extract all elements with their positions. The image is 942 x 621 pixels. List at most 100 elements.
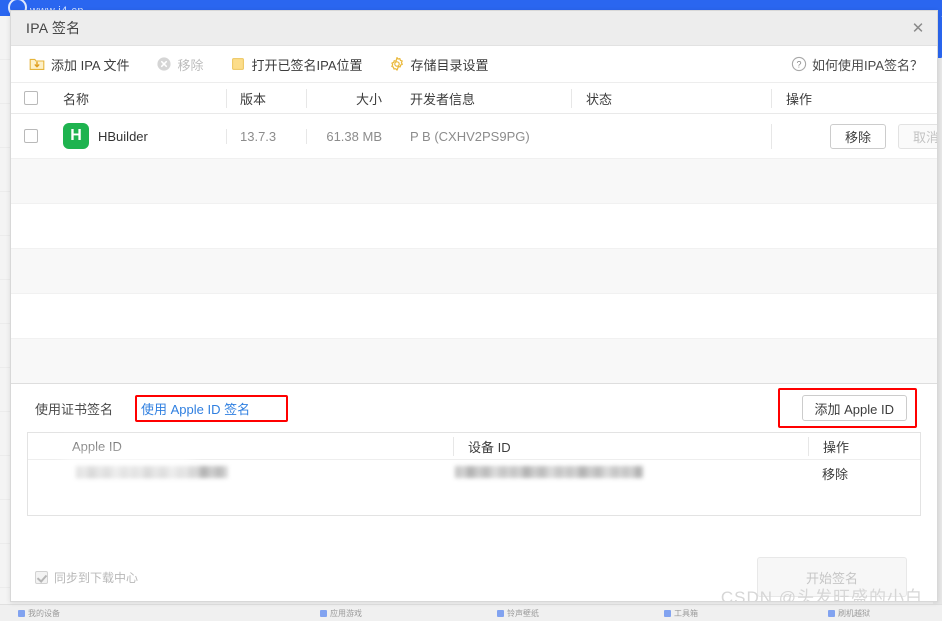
background-toolbar-item[interactable]: 刷机越狱	[828, 608, 870, 619]
column-header-status: 状态	[571, 88, 771, 108]
storage-directory-settings-button[interactable]: 存储目录设置	[389, 55, 489, 74]
table-row-empty	[11, 339, 937, 383]
row-checkbox[interactable]	[24, 129, 38, 143]
apple-id-value-cell	[28, 465, 453, 481]
remove-toolbar-button: 移除	[156, 55, 204, 74]
row-size: 61.38 MB	[306, 128, 396, 144]
ipa-list-header: 名称 版本 大小 开发者信息 状态 操作	[11, 83, 937, 114]
row-version: 13.7.3	[226, 128, 306, 144]
open-signed-ipa-location-button[interactable]: 打开已签名IPA位置	[230, 55, 363, 74]
dialog-titlebar: IPA 签名 ✕	[11, 11, 937, 46]
column-header-size: 大小	[306, 88, 396, 108]
signing-method-panel: 使用证书签名 使用 Apple ID 签名 添加 Apple ID Apple …	[11, 383, 937, 553]
background-toolbar-item[interactable]: 铃声壁纸	[497, 608, 539, 619]
ringtone-icon	[497, 609, 504, 617]
background-row	[0, 236, 10, 280]
row-app-name: HBuilder	[98, 128, 148, 144]
column-header-developer: 开发者信息	[410, 91, 476, 107]
ipa-list-table: 名称 版本 大小 开发者信息 状态 操作 H HBuilder 13.7.3 6…	[11, 82, 937, 383]
dialog-footer: 同步到下载中心 开始签名 CSDN @头发旺盛的小白	[11, 553, 937, 601]
how-to-use-ipa-sign-label: 如何使用IPA签名？	[812, 57, 923, 73]
background-row	[0, 280, 10, 324]
row-developer: P B (CXHV2PS9PG)	[410, 128, 530, 144]
id-action-cell: 移除	[808, 464, 920, 483]
add-ipa-file-label: 添加 IPA 文件	[51, 57, 130, 73]
flash-icon	[828, 609, 835, 617]
background-toolbar-label: 我的设备	[28, 608, 60, 618]
select-all-checkbox[interactable]	[24, 91, 38, 105]
apps-icon	[320, 609, 327, 617]
background-row	[0, 192, 10, 236]
sync-to-download-center-row: 同步到下载中心	[35, 569, 138, 586]
background-toolbar-item[interactable]: 工具箱	[664, 608, 698, 619]
question-circle-icon: ?	[791, 56, 807, 72]
device-id-value-cell	[453, 465, 808, 481]
background-bottom-toolbar: 我的设备 应用游戏 铃声壁纸 工具箱 刷机越狱	[0, 604, 942, 621]
table-row-empty	[11, 159, 937, 204]
device-icon	[18, 609, 25, 617]
background-row	[0, 500, 10, 544]
ipa-list-body: H HBuilder 13.7.3 61.38 MB P B (CXHV2PS9…	[11, 114, 937, 383]
column-header-name: 名称	[63, 91, 90, 107]
background-row	[0, 412, 10, 456]
column-header-id-action: 操作	[808, 436, 920, 456]
add-ipa-file-button[interactable]: 添加 IPA 文件	[29, 55, 130, 74]
background-row	[0, 104, 10, 148]
svg-text:?: ?	[796, 59, 801, 69]
column-header-apple-id: Apple ID	[72, 438, 122, 454]
list-item[interactable]: 移除	[28, 460, 920, 486]
background-row	[0, 544, 10, 588]
open-signed-ipa-location-label: 打开已签名IPA位置	[251, 57, 363, 73]
table-row[interactable]: H HBuilder 13.7.3 61.38 MB P B (CXHV2PS9…	[11, 114, 937, 159]
gear-icon	[390, 57, 403, 71]
toolbox-icon	[664, 609, 671, 617]
tab-use-certificate[interactable]: 使用证书签名	[35, 399, 113, 418]
start-sign-button: 开始签名	[757, 557, 907, 597]
background-left-strip	[0, 16, 10, 620]
row-cancel-button: 取消	[898, 123, 937, 149]
redacted-apple-id	[76, 465, 228, 478]
row-name-cell: H HBuilder	[51, 123, 226, 149]
table-row-empty	[11, 249, 937, 294]
circle-x-icon	[156, 57, 171, 71]
background-row	[0, 60, 10, 104]
app-icon: H	[63, 123, 89, 149]
background-row	[0, 148, 10, 192]
background-row	[0, 16, 10, 60]
background-toolbar-item[interactable]: 我的设备	[18, 608, 60, 619]
background-toolbar-label: 刷机越狱	[838, 608, 870, 618]
redacted-device-id	[455, 465, 643, 478]
remove-toolbar-label: 移除	[177, 57, 204, 73]
sync-to-download-center-label: 同步到下载中心	[54, 571, 139, 585]
row-checkbox-cell	[11, 129, 51, 143]
close-icon[interactable]: ✕	[907, 17, 929, 39]
column-header-version: 版本	[226, 88, 306, 108]
how-to-use-ipa-sign-link[interactable]: ? 如何使用IPA签名？	[791, 55, 923, 74]
folder-download-icon	[29, 58, 45, 70]
ipa-sign-dialog: IPA 签名 ✕ 添加 IPA 文件 移除 打开已签名IPA位置 存储目录设置 …	[10, 10, 938, 602]
tab-use-apple-id[interactable]: 使用 Apple ID 签名	[141, 399, 250, 418]
select-all-cell	[11, 91, 51, 105]
add-apple-id-button[interactable]: 添加 Apple ID	[801, 395, 907, 421]
row-action-cell: 移除 取消	[771, 123, 937, 149]
apple-id-remove-link[interactable]: 移除	[822, 467, 848, 482]
signing-tabs: 使用证书签名 使用 Apple ID 签名 添加 Apple ID	[27, 384, 921, 432]
apple-id-table-header: Apple ID 设备 ID 操作	[28, 433, 920, 460]
column-header-device-id: 设备 ID	[453, 436, 808, 456]
background-row	[0, 324, 10, 368]
background-toolbar-label: 工具箱	[674, 608, 698, 618]
sync-to-download-center-checkbox[interactable]	[35, 571, 48, 584]
folder-icon	[231, 58, 244, 70]
column-header-action: 操作	[771, 88, 937, 108]
background-row	[0, 456, 10, 500]
table-row-empty	[11, 204, 937, 249]
storage-directory-settings-label: 存储目录设置	[410, 57, 489, 73]
dialog-title: IPA 签名	[26, 20, 81, 36]
background-toolbar-item[interactable]: 应用游戏	[320, 608, 362, 619]
background-row	[0, 368, 10, 412]
background-toolbar-label: 铃声壁纸	[507, 608, 539, 618]
row-remove-button[interactable]: 移除	[830, 123, 886, 149]
background-toolbar-label: 应用游戏	[330, 608, 362, 618]
apple-id-table: Apple ID 设备 ID 操作 移除	[27, 432, 921, 516]
dialog-toolbar: 添加 IPA 文件 移除 打开已签名IPA位置 存储目录设置 ? 如何使用IPA…	[11, 46, 937, 82]
